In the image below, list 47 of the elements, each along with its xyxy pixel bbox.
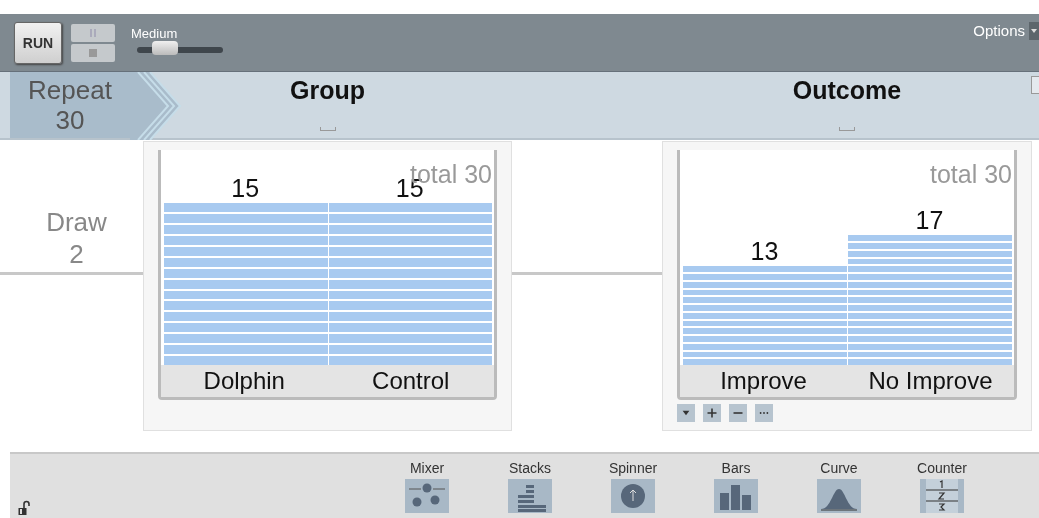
category-label[interactable]: No Improve <box>847 365 1014 397</box>
options-button[interactable]: Options <box>973 22 1029 39</box>
resize-handle[interactable] <box>319 127 336 131</box>
device-title: Outcome <box>792 76 902 105</box>
curve-icon[interactable] <box>817 479 861 513</box>
device-label: Curve <box>820 460 858 476</box>
dropdown-icon[interactable] <box>1029 22 1039 40</box>
counter-icon[interactable] <box>920 479 964 513</box>
stop-icon <box>89 48 97 57</box>
total-label: total 30 <box>930 160 1012 189</box>
category-label[interactable]: Dolphin <box>161 365 328 397</box>
bar-count: 17 <box>915 205 944 236</box>
run-button[interactable]: RUN <box>14 21 62 64</box>
stack-bar[interactable] <box>327 203 492 365</box>
device-title: Group <box>290 76 365 105</box>
repeat-count: 30 <box>55 105 85 135</box>
draw-label: Draw <box>46 206 107 238</box>
slider-thumb[interactable] <box>151 41 178 55</box>
dropdown-icon[interactable] <box>677 404 695 422</box>
minus-icon[interactable] <box>729 404 747 422</box>
draw-count: 2 <box>69 238 84 270</box>
stack-bar[interactable] <box>847 235 1012 365</box>
pause-icon <box>89 28 97 37</box>
stack-bar[interactable] <box>163 203 328 365</box>
spinner-icon[interactable] <box>611 479 655 513</box>
category-label[interactable]: Control <box>327 365 494 397</box>
device-label: Stacks <box>509 460 551 476</box>
device-label: Bars <box>721 460 751 476</box>
bars-icon[interactable] <box>714 479 758 513</box>
device-label: Spinner <box>608 460 658 476</box>
speed-slider[interactable] <box>137 41 223 57</box>
device-label: Mixer <box>409 460 445 476</box>
stop-button[interactable] <box>71 43 115 62</box>
plus-icon[interactable] <box>703 404 721 422</box>
repeat-label: Repeat <box>28 75 112 105</box>
pause-button[interactable] <box>71 23 115 42</box>
more-icon[interactable] <box>755 404 773 422</box>
device-label: Counter <box>917 460 967 476</box>
resize-handle[interactable] <box>839 127 855 131</box>
mixer-icon[interactable] <box>405 479 449 513</box>
stacks-icon[interactable] <box>508 479 552 513</box>
bar-count: 13 <box>750 236 779 267</box>
stack-bar[interactable] <box>682 266 847 365</box>
speed-label: Medium <box>131 26 179 41</box>
bar-count: 15 <box>231 173 260 204</box>
category-label[interactable]: Improve <box>680 365 847 397</box>
unlocked-icon[interactable] <box>18 500 32 516</box>
